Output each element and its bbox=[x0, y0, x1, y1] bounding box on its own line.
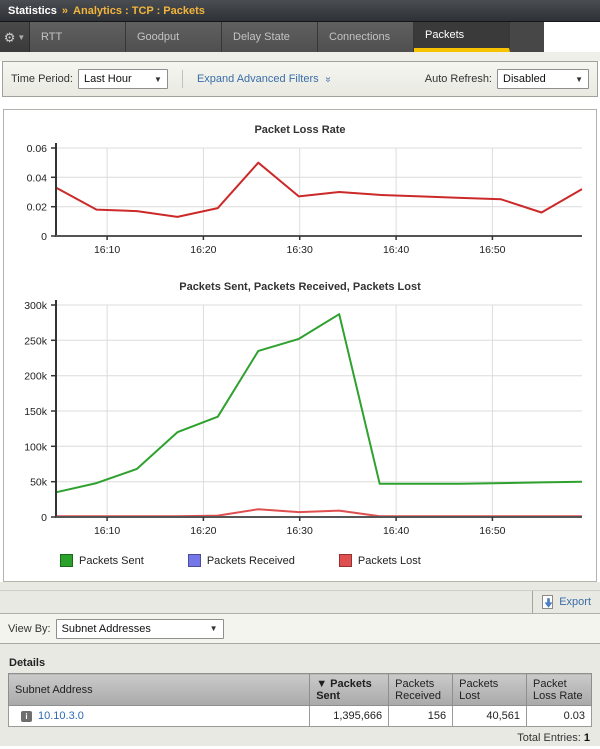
svg-text:0: 0 bbox=[41, 512, 47, 524]
svg-text:16:30: 16:30 bbox=[287, 244, 313, 256]
legend-swatch bbox=[339, 554, 352, 567]
column-header-packet-loss-rate[interactable]: Packet Loss Rate bbox=[527, 674, 592, 706]
legend-item: Packets Lost bbox=[339, 554, 421, 567]
svg-text:100k: 100k bbox=[24, 441, 48, 453]
svg-text:150k: 150k bbox=[24, 406, 48, 418]
total-entries: Total Entries: 1 bbox=[0, 732, 590, 744]
time-period-value: Last Hour bbox=[84, 73, 132, 85]
spacer bbox=[0, 582, 600, 590]
tab-rtt[interactable]: RTT bbox=[30, 22, 126, 52]
svg-text:0.02: 0.02 bbox=[27, 202, 48, 214]
dropdown-arrow-icon: ▼ bbox=[575, 75, 583, 84]
svg-text:0.06: 0.06 bbox=[27, 143, 48, 155]
view-by-value: Subnet Addresses bbox=[62, 623, 151, 635]
dropdown-arrow-icon: ▼ bbox=[210, 624, 218, 633]
export-button[interactable]: Export bbox=[532, 591, 600, 613]
legend-item: Packets Received bbox=[188, 554, 295, 567]
tab-packets[interactable]: Packets bbox=[414, 22, 510, 52]
subnet-address-link[interactable]: 10.10.3.0 bbox=[38, 710, 84, 722]
packets-chart-title: Packets Sent, Packets Received, Packets … bbox=[12, 281, 588, 293]
chart-legend: Packets Sent Packets Received Packets Lost bbox=[60, 554, 588, 567]
tab-delay-state[interactable]: Delay State bbox=[222, 22, 318, 52]
packets-sent-received-lost-chart: 0 50k 100k 150k 200k 250k 300k 16:10 16:20 16:30 1… bbox=[12, 295, 588, 547]
cell-packets-received: 156 bbox=[389, 706, 453, 727]
sort-descending-icon: ▼ bbox=[316, 678, 327, 690]
svg-text:50k: 50k bbox=[30, 477, 48, 489]
svg-text:16:50: 16:50 bbox=[479, 525, 505, 537]
legend-label: Packets Sent bbox=[79, 555, 144, 567]
legend-label: Packets Received bbox=[207, 555, 295, 567]
legend-swatch bbox=[60, 554, 73, 567]
settings-menu-button[interactable]: ⚙ ▼ bbox=[0, 22, 30, 52]
column-header-packets-lost[interactable]: Packets Lost bbox=[453, 674, 527, 706]
svg-text:16:40: 16:40 bbox=[383, 244, 409, 256]
divider bbox=[182, 70, 183, 88]
svg-text:16:50: 16:50 bbox=[479, 244, 505, 256]
total-entries-value: 1 bbox=[584, 732, 590, 744]
expand-advanced-filters-link[interactable]: Expand Advanced Filters » bbox=[197, 73, 330, 85]
cell-packet-loss-rate: 0.03 bbox=[527, 706, 592, 727]
svg-text:0: 0 bbox=[41, 231, 47, 243]
total-entries-label: Total Entries: bbox=[517, 732, 581, 744]
svg-text:16:40: 16:40 bbox=[383, 525, 409, 537]
view-by-bar: View By: Subnet Addresses ▼ bbox=[0, 614, 600, 644]
export-toolbar: Export bbox=[0, 590, 600, 614]
legend-label: Packets Lost bbox=[358, 555, 421, 567]
svg-text:16:30: 16:30 bbox=[287, 525, 313, 537]
column-header-packets-received[interactable]: Packets Received bbox=[389, 674, 453, 706]
svg-text:16:20: 16:20 bbox=[190, 244, 216, 256]
breadcrumb-separator: » bbox=[62, 5, 68, 17]
packet-loss-chart-title: Packet Loss Rate bbox=[12, 124, 588, 136]
double-chevron-icon: » bbox=[322, 77, 333, 83]
spacer bbox=[0, 52, 600, 61]
chevron-down-icon: ▼ bbox=[17, 33, 25, 42]
breadcrumb: Statistics » Analytics : TCP : Packets bbox=[0, 0, 600, 22]
svg-text:16:10: 16:10 bbox=[94, 525, 120, 537]
time-period-select[interactable]: Last Hour ▼ bbox=[78, 69, 168, 89]
legend-item: Packets Sent bbox=[60, 554, 144, 567]
details-table: Subnet Address ▼ Packets Sent Packets Re… bbox=[8, 673, 592, 727]
cell-packets-sent: 1,395,666 bbox=[310, 706, 389, 727]
chart-panel: Packet Loss Rate 0 0.02 0.04 0.06 16:10 16:20… bbox=[3, 109, 597, 582]
tab-connections[interactable]: Connections bbox=[318, 22, 414, 52]
view-by-label: View By: bbox=[8, 623, 51, 635]
export-document-icon bbox=[541, 595, 555, 610]
legend-swatch bbox=[188, 554, 201, 567]
view-by-select[interactable]: Subnet Addresses ▼ bbox=[56, 619, 224, 639]
auto-refresh-select[interactable]: Disabled ▼ bbox=[497, 69, 589, 89]
auto-refresh-label: Auto Refresh: bbox=[425, 73, 492, 85]
breadcrumb-root: Statistics bbox=[8, 5, 57, 17]
svg-text:300k: 300k bbox=[24, 300, 48, 312]
details-header-row: Subnet Address ▼ Packets Sent Packets Re… bbox=[9, 674, 592, 706]
auto-refresh-value: Disabled bbox=[503, 73, 546, 85]
svg-text:250k: 250k bbox=[24, 335, 48, 347]
tab-goodput[interactable]: Goodput bbox=[126, 22, 222, 52]
svg-text:200k: 200k bbox=[24, 371, 48, 383]
lower-section: Export View By: Subnet Addresses ▼ Detai… bbox=[0, 582, 600, 746]
breadcrumb-path: Analytics : TCP : Packets bbox=[73, 5, 205, 17]
info-icon[interactable]: i bbox=[21, 711, 32, 722]
cell-packets-lost: 40,561 bbox=[453, 706, 527, 727]
time-period-label: Time Period: bbox=[11, 73, 73, 85]
svg-text:0.04: 0.04 bbox=[27, 172, 48, 184]
export-label: Export bbox=[559, 596, 591, 608]
gear-icon: ⚙ bbox=[4, 31, 16, 44]
expand-advanced-filters-label: Expand Advanced Filters bbox=[197, 73, 319, 85]
dropdown-arrow-icon: ▼ bbox=[154, 75, 162, 84]
column-header-subnet-address[interactable]: Subnet Address bbox=[9, 674, 310, 706]
table-row: i 10.10.3.0 1,395,666 156 40,561 0.03 bbox=[9, 706, 592, 727]
filter-bar: Time Period: Last Hour ▼ Expand Advanced… bbox=[2, 61, 598, 97]
packet-loss-rate-chart: 0 0.02 0.04 0.06 16:10 16:20 16:30 16:40 16:50 bbox=[12, 138, 588, 266]
details-heading: Details bbox=[9, 657, 600, 669]
column-header-packets-sent[interactable]: ▼ Packets Sent bbox=[310, 674, 389, 706]
svg-text:16:10: 16:10 bbox=[94, 244, 120, 256]
svg-text:16:20: 16:20 bbox=[190, 525, 216, 537]
page: Statistics » Analytics : TCP : Packets ⚙… bbox=[0, 0, 600, 749]
spacer bbox=[0, 97, 600, 109]
tab-bar: ⚙ ▼ RTT Goodput Delay State Connections … bbox=[0, 22, 544, 52]
